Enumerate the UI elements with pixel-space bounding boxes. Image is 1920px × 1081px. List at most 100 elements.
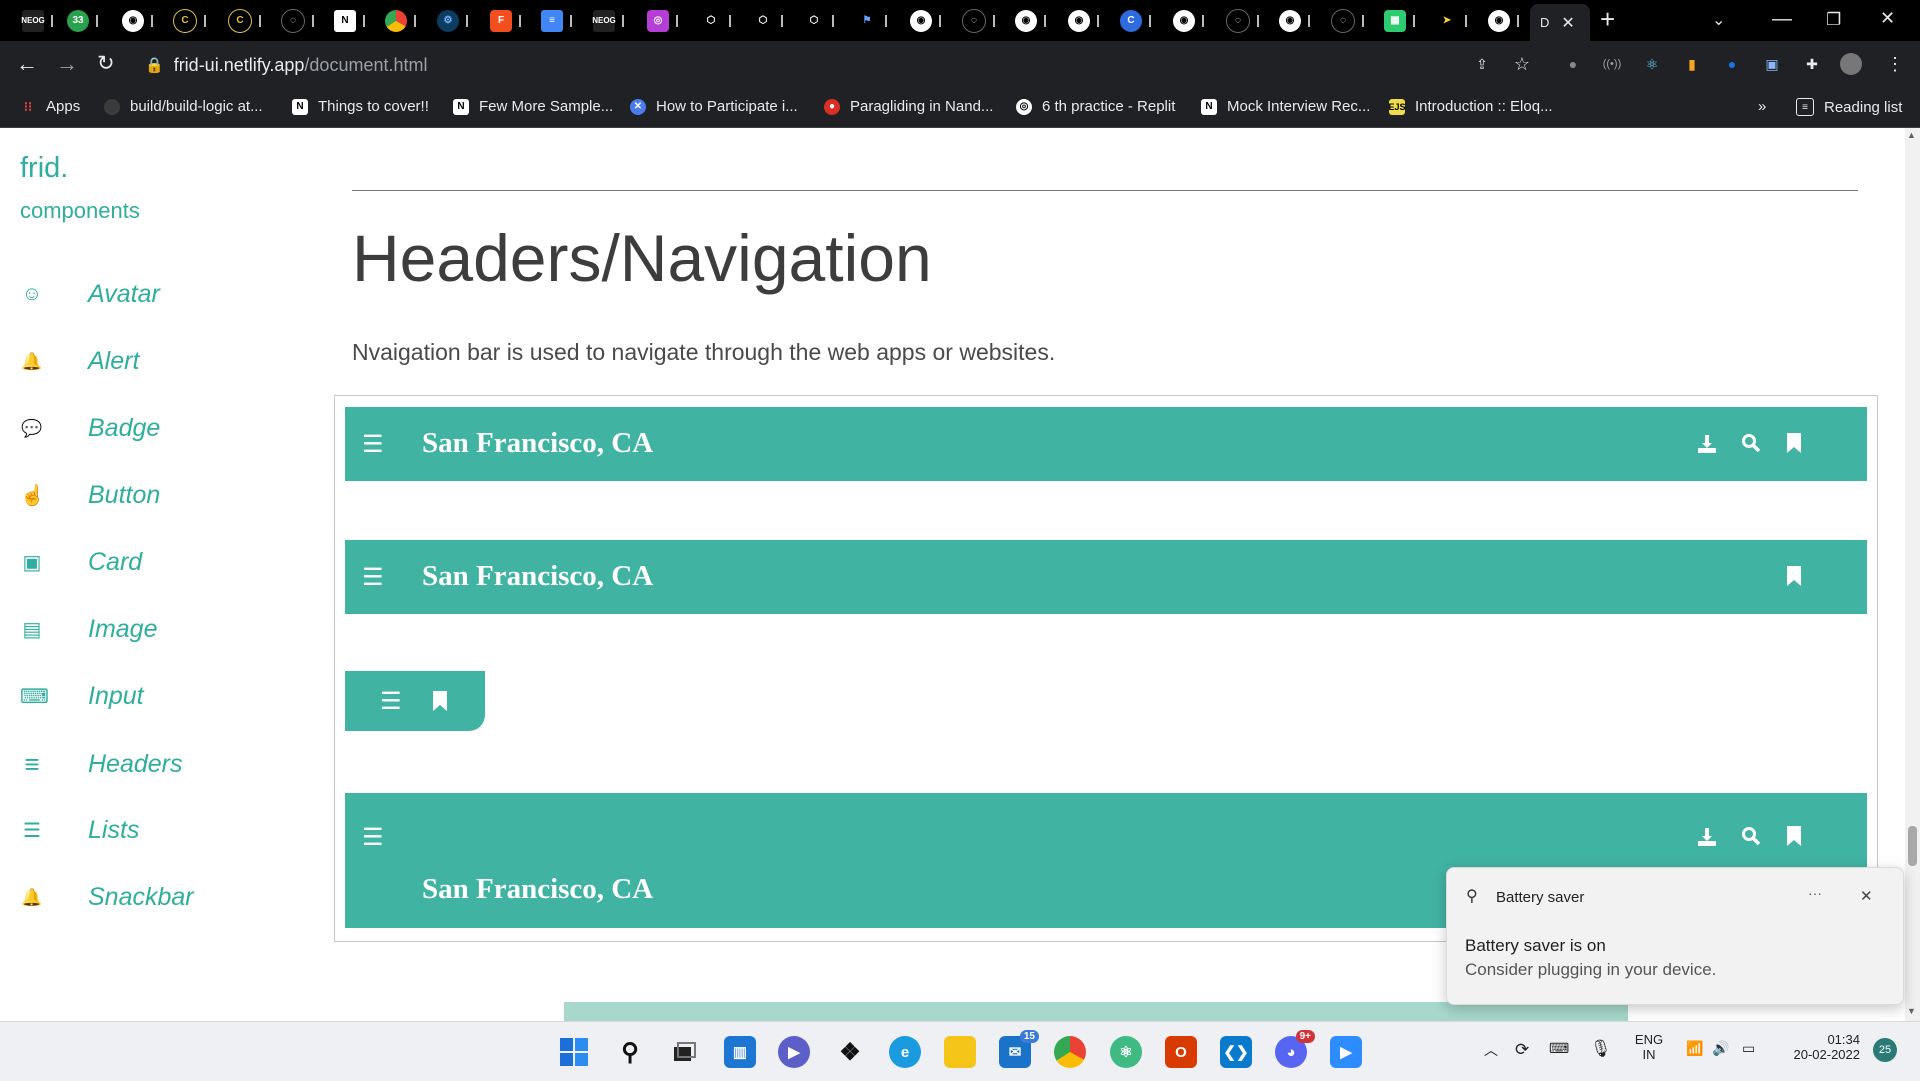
bookmark-item[interactable]: N Things to cover!! — [292, 98, 429, 115]
extensions-puzzle-icon[interactable]: ✚ — [1801, 53, 1823, 75]
tab[interactable]: ➤ — [1436, 4, 1467, 37]
search-icon[interactable] — [1739, 824, 1763, 848]
tab[interactable]: ◉ — [1279, 4, 1310, 37]
tab[interactable]: ◎ — [647, 4, 678, 37]
clock[interactable]: 01:34 20-02-2022 — [1782, 1032, 1861, 1062]
close-window-button[interactable]: ✕ — [1880, 8, 1895, 29]
tab[interactable]: C — [228, 4, 261, 37]
tab[interactable]: ◉ — [122, 4, 153, 37]
bookmark-item[interactable]: ✕ How to Participate i... — [630, 98, 798, 115]
file-explorer-icon[interactable] — [944, 1036, 976, 1068]
extension-icon[interactable]: ▣ — [1761, 53, 1783, 75]
sidebar-item-snackbar[interactable]: 🔔 Snackbar — [20, 883, 193, 912]
zoom-icon[interactable]: ▶ — [1330, 1036, 1362, 1068]
tab[interactable]: ◉ — [910, 4, 941, 37]
sidebar-item-input[interactable]: ⌨ Input — [20, 682, 144, 711]
chrome-icon[interactable] — [1054, 1036, 1086, 1068]
bookmark-item[interactable]: ◎ 6 th practice - Replit — [1016, 98, 1175, 115]
discord-icon[interactable]: ◕ 9+ — [1275, 1030, 1315, 1068]
scrollbar-thumb[interactable] — [1908, 826, 1917, 866]
tab-active[interactable]: D ✕ — [1530, 4, 1590, 41]
profile-avatar[interactable] — [1840, 53, 1862, 75]
sidebar-item-lists[interactable]: ☰ Lists — [20, 816, 139, 845]
tab[interactable]: ⬡ — [700, 4, 731, 37]
hamburger-menu-icon[interactable]: ☰ — [362, 823, 384, 852]
bookmarks-overflow-button[interactable]: » — [1758, 98, 1766, 115]
tab[interactable]: ◉ — [1015, 4, 1046, 37]
new-tab-button[interactable]: + — [1600, 4, 1615, 35]
hamburger-menu-icon[interactable]: ☰ — [380, 687, 402, 716]
wifi-icon[interactable]: 📶 — [1686, 1040, 1703, 1057]
tab[interactable] — [385, 4, 416, 37]
more-options-icon[interactable]: ··· — [1808, 885, 1822, 901]
tab[interactable]: ◌ — [962, 4, 995, 37]
tab[interactable]: N — [334, 4, 365, 37]
hamburger-menu-icon[interactable]: ☰ — [362, 563, 384, 592]
tab[interactable]: C — [1120, 4, 1151, 37]
vscode-icon[interactable]: ❮❯ — [1220, 1036, 1252, 1068]
tab[interactable]: C — [173, 4, 206, 37]
tab[interactable]: ⬡ — [803, 4, 834, 37]
teams-chat-icon[interactable]: ▶ — [778, 1036, 810, 1068]
share-icon[interactable]: ⇪ — [1471, 53, 1493, 75]
sidebar-item-alert[interactable]: 🔔 Alert — [20, 347, 139, 376]
edge-icon[interactable]: e — [889, 1036, 921, 1068]
tab[interactable]: ◌ — [1331, 4, 1364, 37]
sidebar-item-avatar[interactable]: ☺ Avatar — [20, 280, 160, 309]
sidebar-item-card[interactable]: ▣ Card — [20, 548, 143, 577]
search-icon[interactable] — [1739, 431, 1763, 455]
widgets-icon[interactable]: ▥ — [724, 1036, 756, 1068]
tab[interactable]: ◉ — [1173, 4, 1204, 37]
back-arrow-icon[interactable]: ← — [16, 51, 38, 77]
office-icon[interactable]: O — [1165, 1036, 1197, 1068]
tray-overflow-chevron-icon[interactable]: ︿ — [1484, 1040, 1498, 1060]
tab[interactable]: NEOG — [21, 4, 53, 37]
bookmark-icon[interactable] — [1782, 564, 1806, 588]
reading-list-button[interactable]: ≡ Reading list — [1796, 98, 1902, 116]
tab[interactable]: NEOG — [592, 4, 624, 37]
restore-button[interactable]: ❐ — [1826, 10, 1841, 30]
notifications-badge[interactable]: 25 — [1873, 1038, 1897, 1062]
bookmark-apps[interactable]: ⁝⁝ Apps — [20, 98, 80, 115]
bookmark-item[interactable]: build/build-logic at... — [104, 98, 263, 115]
tab-search-icon[interactable]: ⌄ — [1712, 10, 1725, 30]
sidebar-item-badge[interactable]: 💬 Badge — [20, 414, 160, 443]
scroll-down-arrow-icon[interactable]: ▼ — [1907, 1006, 1916, 1016]
tab[interactable]: ◌ — [1226, 4, 1259, 37]
react-devtools-icon[interactable]: ⚛ — [1641, 53, 1663, 75]
sidebar-item-button[interactable]: ☝ Button — [20, 481, 160, 510]
tab[interactable]: ◌ — [281, 4, 314, 37]
brand-logo[interactable]: frid. — [20, 152, 68, 185]
battery-saver-notification[interactable]: ⚲ Battery saver ··· ✕ Battery saver is o… — [1446, 867, 1904, 1005]
microphone-icon[interactable]: 🎙 — [1590, 1039, 1612, 1059]
bookmark-item[interactable]: N Mock Interview Rec... — [1201, 98, 1370, 115]
language-indicator[interactable]: ENG IN — [1632, 1032, 1666, 1062]
atom-icon[interactable]: ⚛ — [1110, 1036, 1142, 1068]
extension-icon[interactable]: ▮ — [1681, 53, 1703, 75]
page-scrollbar[interactable]: ▲ ▼ — [1905, 128, 1920, 1021]
tab[interactable]: ⚙ — [437, 4, 468, 37]
more-menu-icon[interactable]: ⋮ — [1884, 53, 1906, 75]
volume-icon[interactable]: 🔊 — [1712, 1040, 1729, 1057]
sync-icon[interactable]: ⟳ — [1515, 1040, 1529, 1060]
tab[interactable]: ⚑ — [856, 4, 887, 37]
tab[interactable]: ⬡ — [752, 4, 783, 37]
extension-icon[interactable]: ● — [1721, 53, 1743, 75]
bookmark-icon[interactable] — [1782, 431, 1806, 455]
dropbox-icon[interactable]: ❖ — [834, 1036, 866, 1068]
mail-icon[interactable]: ✉ 15 — [999, 1030, 1039, 1068]
hamburger-menu-icon[interactable]: ☰ — [362, 430, 384, 459]
close-icon[interactable]: ✕ — [1860, 887, 1873, 905]
keyboard-icon[interactable]: ⌨ — [1549, 1040, 1569, 1057]
battery-icon[interactable]: ▭ — [1742, 1040, 1755, 1057]
download-icon[interactable] — [1695, 432, 1719, 456]
tab-close-icon[interactable]: ✕ — [1561, 13, 1574, 33]
forward-arrow-icon[interactable]: → — [56, 51, 78, 77]
tab[interactable]: ▦ — [1384, 4, 1415, 37]
task-view-icon[interactable] — [669, 1036, 701, 1068]
search-icon[interactable]: ⚲ — [614, 1036, 646, 1068]
bookmark-icon[interactable] — [1782, 824, 1806, 848]
tab[interactable]: F — [490, 4, 521, 37]
address-bar[interactable]: 🔒 frid-ui.netlify.app/document.html — [135, 47, 1525, 83]
reload-icon[interactable]: ↻ — [97, 51, 115, 76]
